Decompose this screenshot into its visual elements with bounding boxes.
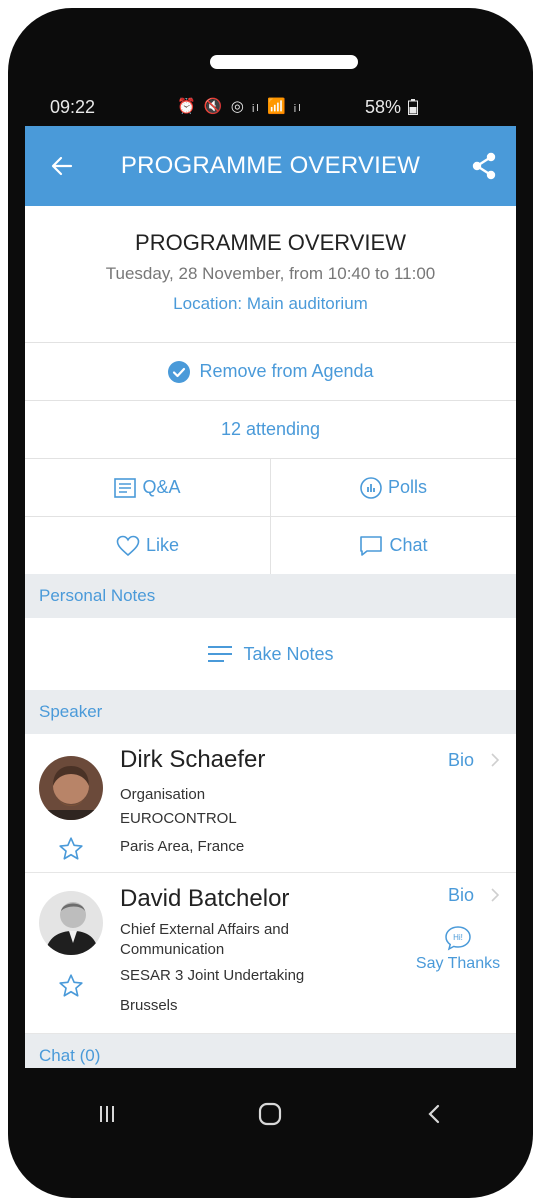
qa-polls-row: Q&A Polls <box>25 458 516 516</box>
chevron-right-icon <box>490 887 500 908</box>
session-header: PROGRAMME OVERVIEW Tuesday, 28 November,… <box>25 206 516 342</box>
bio-link[interactable]: Bio <box>448 750 474 771</box>
status-bar: 09:22 ⏰ 🔇 ◎ ᵢₗ 📶 ᵢₗ 58% <box>25 90 516 126</box>
attending-count-label: 12 attending <box>220 419 321 439</box>
battery-percent: 58% <box>365 97 402 117</box>
polls-label: Polls <box>387 477 427 497</box>
hi-bubble-icon: Hi! <box>445 926 471 951</box>
avatar <box>39 756 103 820</box>
back-chevron-icon[interactable] <box>404 1084 464 1144</box>
like-label: Like <box>145 535 180 555</box>
battery-icon <box>408 99 419 115</box>
qa-label: Q&A <box>142 477 181 497</box>
battery-level: 58% <box>365 97 419 118</box>
speaker-location: Brussels <box>120 997 178 1014</box>
take-notes-label: Take Notes <box>243 643 334 664</box>
chat-section-header[interactable]: Chat (0) <box>25 1034 516 1068</box>
app-bar-title: PROGRAMME OVERVIEW <box>120 152 421 179</box>
speaker-detail: Chief External Affairs and <box>120 921 289 938</box>
speaker-name: David Batchelor <box>120 885 290 912</box>
recent-apps-icon[interactable] <box>77 1084 137 1144</box>
speaker-section-header: Speaker <box>25 690 516 734</box>
speaker-organisation: SESAR 3 Joint Undertaking <box>120 967 305 984</box>
session-title: PROGRAMME OVERVIEW <box>135 230 406 255</box>
avatar <box>39 891 103 955</box>
chat-button[interactable]: Chat <box>270 517 516 574</box>
say-thanks-label: Say Thanks <box>415 955 501 972</box>
chevron-right-icon <box>490 752 500 773</box>
app-bar: PROGRAMME OVERVIEW <box>25 126 516 206</box>
heart-icon <box>116 535 140 557</box>
qa-icon <box>114 477 137 498</box>
svg-text:Hi!: Hi! <box>453 933 463 942</box>
chat-label: Chat <box>389 535 428 555</box>
remove-from-agenda-label: Remove from Agenda <box>199 361 374 381</box>
session-datetime: Tuesday, 28 November, from 10:40 to 11:0… <box>105 264 436 283</box>
notes-lines-icon <box>207 645 233 663</box>
speaker-location: Paris Area, France <box>120 838 245 855</box>
speaker-organisation: EUROCONTROL <box>120 810 237 827</box>
status-time: 09:22 <box>50 97 96 117</box>
like-chat-row: Like Chat <box>25 516 516 574</box>
status-icons: ⏰ 🔇 ◎ ᵢₗ 📶 ᵢₗ <box>177 98 303 115</box>
android-nav-bar <box>25 1068 516 1160</box>
polls-button[interactable]: Polls <box>270 459 516 516</box>
speaker-row[interactable]: Dirk Schaefer Organisation EUROCONTROL P… <box>25 734 516 873</box>
speaker-detail: Organisation <box>120 786 206 803</box>
speaker-detail: Communication <box>120 941 225 958</box>
session-location[interactable]: Location: Main auditorium <box>25 294 516 314</box>
personal-notes-header: Personal Notes <box>25 574 516 618</box>
qa-button[interactable]: Q&A <box>25 459 270 516</box>
polls-icon <box>360 476 382 499</box>
say-thanks-button[interactable]: Hi! Say Thanks <box>410 925 506 973</box>
share-icon[interactable] <box>466 146 502 186</box>
home-icon[interactable] <box>240 1084 300 1144</box>
star-icon[interactable] <box>58 973 84 999</box>
star-icon[interactable] <box>58 836 84 862</box>
speaker-name: Dirk Schaefer <box>120 746 266 773</box>
check-circle-icon <box>167 360 191 384</box>
phone-speaker-slot <box>210 55 358 69</box>
take-notes-button[interactable]: Take Notes <box>25 618 516 690</box>
bio-link[interactable]: Bio <box>448 885 474 906</box>
speaker-row[interactable]: David Batchelor Chief External Affairs a… <box>25 873 516 1034</box>
attending-count-button[interactable]: 12 attending <box>25 400 516 458</box>
app-screen: PROGRAMME OVERVIEW PROGRAMME OVERVIEW Tu… <box>25 126 516 1068</box>
remove-from-agenda-button[interactable]: Remove from Agenda <box>25 342 516 400</box>
chat-bubble-icon <box>359 535 383 557</box>
like-button[interactable]: Like <box>25 517 270 574</box>
